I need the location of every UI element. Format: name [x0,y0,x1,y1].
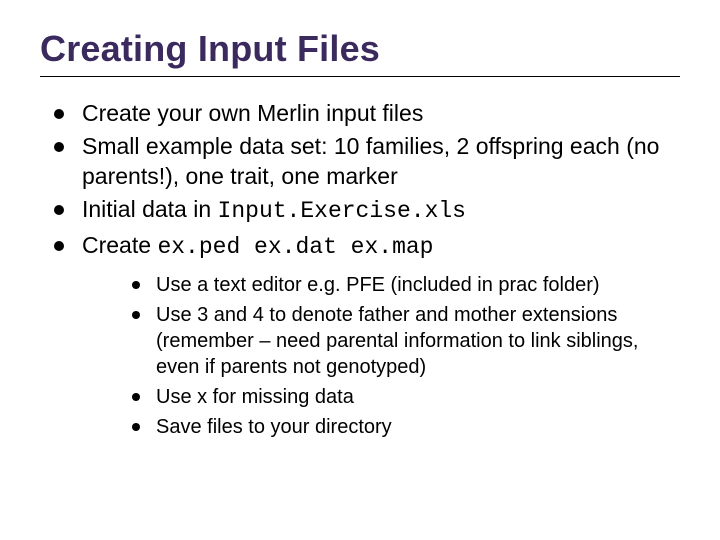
bullet-text: Use a text editor e.g. PFE (included in … [156,274,600,296]
list-item: Initial data in Input.Exercise.xls [52,195,680,226]
code-text: Input.Exercise.xls [218,198,466,224]
list-item: Create ex.ped ex.dat ex.map Use a text e… [52,231,680,440]
bullet-list: Create your own Merlin input files Small… [40,99,680,440]
list-item: Small example data set: 10 families, 2 o… [52,132,680,191]
list-item: Create your own Merlin input files [52,99,680,128]
sub-bullet-list: Use a text editor e.g. PFE (included in … [82,272,680,440]
bullet-text: Initial data in [82,196,218,222]
bullet-text: Create your own Merlin input files [82,100,423,126]
bullet-text: Use x for missing data [156,386,354,408]
title-underline [40,76,680,77]
slide: Creating Input Files Create your own Mer… [0,0,720,540]
bullet-text: Small example data set: 10 families, 2 o… [82,133,659,188]
bullet-text: Create [82,232,157,258]
list-item: Use a text editor e.g. PFE (included in … [130,272,680,298]
code-text: ex.ped ex.dat ex.map [157,234,433,260]
bullet-text: Save files to your directory [156,416,392,438]
bullet-text: Use 3 and 4 to denote father and mother … [156,304,638,378]
list-item: Save files to your directory [130,414,680,440]
slide-title: Creating Input Files [40,28,680,70]
list-item: Use 3 and 4 to denote father and mother … [130,302,680,380]
list-item: Use x for missing data [130,384,680,410]
